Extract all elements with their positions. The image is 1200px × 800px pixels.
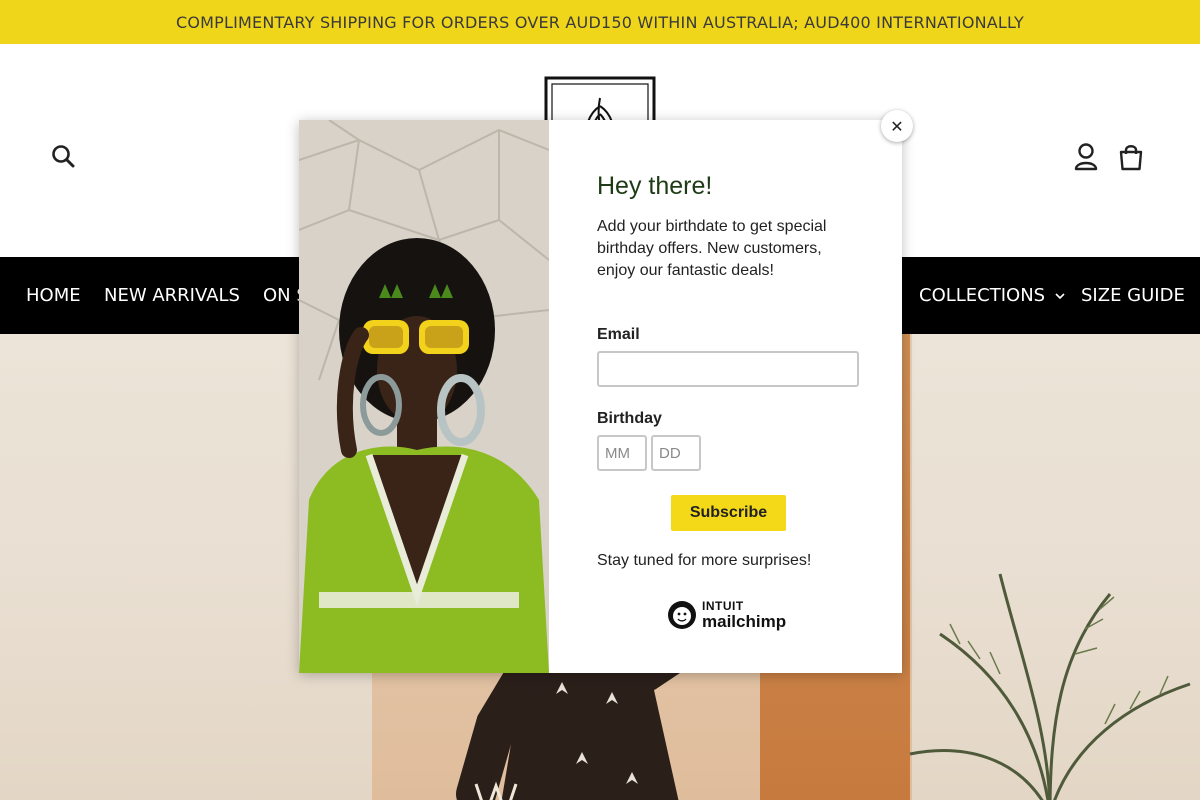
close-icon: ✕ [890, 116, 904, 136]
cart-button[interactable] [1116, 142, 1146, 172]
popup-footer-text: Stay tuned for more surprises! [597, 552, 812, 569]
popup-description: Add your birthdate to get special birthd… [597, 218, 827, 279]
account-icon [1074, 143, 1098, 171]
nav-item-label: HOME [26, 285, 81, 306]
cart-icon [1119, 145, 1143, 171]
popup-photo [299, 120, 549, 673]
search-button[interactable] [50, 143, 78, 171]
hero-palm-plant [909, 573, 1191, 800]
email-label: Email [597, 326, 640, 343]
mailchimp-badge[interactable]: INTUIT mailchimp [666, 597, 786, 633]
search-icon [52, 145, 75, 168]
email-field[interactable] [597, 351, 859, 387]
mailchimp-freddie-icon [668, 601, 696, 629]
nav-item-label: NEW ARRIVALS [104, 285, 240, 306]
announcement-bar: COMPLIMENTARY SHIPPING FOR ORDERS OVER A… [0, 0, 1200, 44]
nav-item-label: SIZE GUIDE [1081, 285, 1185, 306]
mailchimp-badge-line1: INTUIT [702, 598, 744, 613]
subscribe-button[interactable]: Subscribe [671, 495, 786, 531]
announcement-text: COMPLIMENTARY SHIPPING FOR ORDERS OVER A… [175, 12, 1025, 32]
popup-model-image [299, 120, 549, 673]
popup-form-panel: Hey there! Add your birthdate to get spe… [549, 120, 902, 673]
nav-item-home[interactable]: HOME [26, 257, 81, 334]
birthday-label: Birthday [597, 410, 662, 427]
birthday-day-field[interactable] [651, 435, 701, 471]
close-popup-button[interactable]: ✕ [881, 110, 913, 142]
account-button[interactable] [1072, 142, 1100, 172]
nav-item-collections[interactable]: COLLECTIONS [919, 257, 1065, 334]
nav-item-size-guide[interactable]: SIZE GUIDE [1081, 257, 1185, 334]
signup-popup: Hey there! Add your birthdate to get spe… [299, 110, 913, 673]
birthday-month-field[interactable] [597, 435, 647, 471]
nav-item-new-arrivals[interactable]: NEW ARRIVALS [104, 257, 240, 334]
nav-item-label: COLLECTIONS [919, 285, 1046, 306]
chevron-down-icon [1055, 293, 1065, 300]
mailchimp-badge-line2: mailchimp [702, 611, 787, 631]
popup-title: Hey there! [597, 172, 713, 200]
